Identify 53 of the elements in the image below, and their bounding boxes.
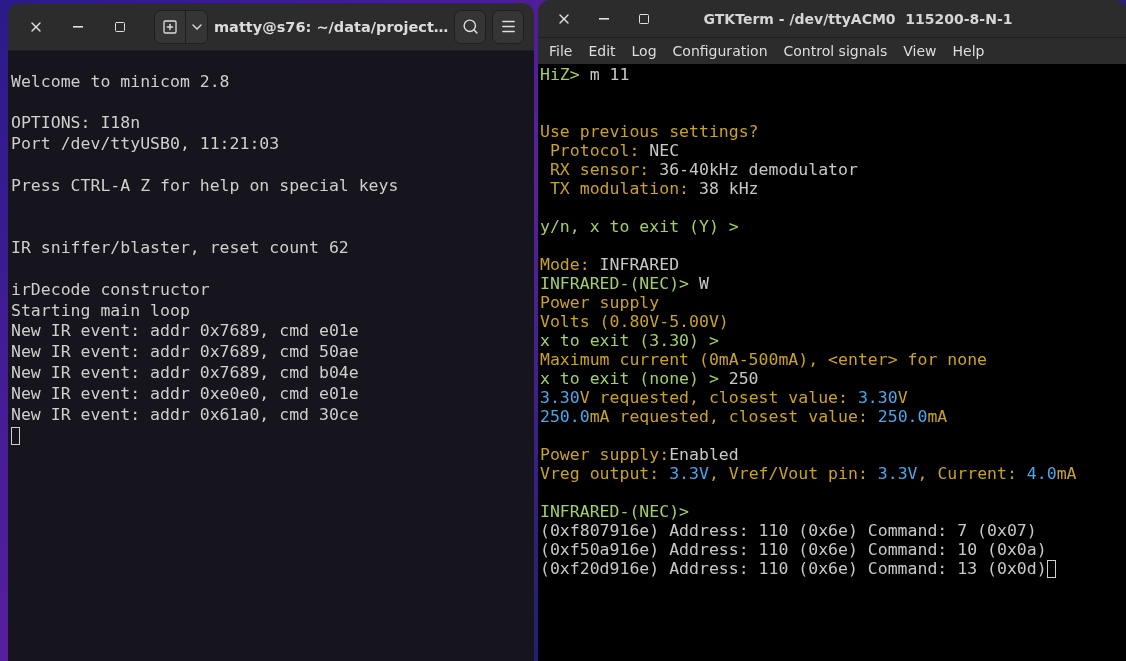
terminal-line: (0xf807916e) Address: 110 (0x6e) Command: 7 (0x07)	[540, 521, 1037, 540]
terminal-line: irDecode constructor	[11, 279, 210, 301]
maximize-icon	[638, 12, 650, 25]
terminal-line: 250.0mA requested, closest value: 250.0mA	[540, 407, 948, 426]
minimize-icon	[73, 25, 84, 28]
terminal-line: x to exit (none) > 250	[540, 369, 759, 388]
terminal-line: RX sensor: 36-40kHz demodulator	[548, 160, 858, 179]
dropdown-button[interactable]	[185, 10, 207, 43]
terminal-line: IR sniffer/blaster, reset count 62	[11, 238, 349, 259]
window-title: matty@s76: ~/data/project…	[214, 18, 449, 35]
new-tab-button[interactable]	[155, 10, 185, 43]
terminal-line: New IR event: addr 0xe0e0, cmd e01e	[11, 383, 359, 405]
terminal-line: Starting main loop	[11, 300, 190, 322]
terminal-line: Use previous settings?	[540, 122, 759, 141]
terminal-line: Mode: INFRARED	[540, 255, 680, 274]
terminal-line: (0xf50a916e) Address: 110 (0x6e) Command: 10 (0x0a)	[540, 540, 1047, 559]
terminal-line: Vreg output: 3.3V, Vref/Vout pin: 3.3V, Current: 4.0mA	[540, 464, 1077, 483]
terminal-line: New IR event: addr 0x7689, cmd e01e	[11, 321, 359, 343]
terminal-line: Protocol: NEC	[548, 141, 680, 160]
maximize-icon	[114, 20, 127, 33]
menu-item[interactable]: Edit	[580, 41, 624, 61]
menu-item[interactable]: Log	[623, 41, 665, 61]
terminal-line: New IR event: addr 0x7689, cmd 50ae	[11, 342, 359, 363]
menu-item[interactable]: View	[895, 41, 945, 61]
menu-item[interactable]: Configuration	[664, 41, 776, 61]
terminal-line: INFRARED-(NEC)>	[540, 502, 689, 521]
minimize-icon	[599, 17, 609, 20]
terminal-line: INFRARED-(NEC)> W	[540, 274, 709, 293]
menu-item[interactable]: Help	[944, 41, 993, 61]
search-icon	[461, 18, 479, 35]
terminal-line: Volts (0.80V-5.00V)	[540, 312, 729, 331]
terminal-line: New IR event: addr 0x7689, cmd b04e	[11, 362, 359, 384]
menu-item[interactable]: Control signals	[775, 41, 896, 61]
menu-icon	[499, 18, 517, 35]
terminal-line: Port /dev/ttyUSB0, 11:21:03	[11, 134, 280, 155]
terminal-line: Welcome to minicom 2.8	[11, 71, 230, 93]
terminal-line: Maximum current (0mA-500mA), <enter> for none	[540, 350, 988, 369]
terminal-line: HiZ> m 11	[540, 65, 630, 84]
terminal-line: (0xf20d916e) Address: 110 (0x6e) Command: 13 (0x0d)	[540, 559, 1047, 578]
terminal-line: OPTIONS: I18n	[11, 113, 141, 135]
terminal-line: 3.30V requested, closest value: 3.30V	[540, 388, 908, 407]
search-button[interactable]	[454, 9, 487, 44]
menu-button[interactable]	[492, 9, 524, 44]
menu-item[interactable]: File	[541, 41, 581, 61]
terminal-line: Power supply	[540, 293, 660, 312]
terminal-line: Power supply:Enabled	[540, 445, 739, 464]
terminal-line: Press CTRL-A Z for help on special keys	[11, 175, 399, 197]
window-title: GTKTerm - /dev/ttyACM0 115200-8-N-1	[702, 10, 1014, 27]
terminal-line: x to exit (3.30) >	[540, 331, 719, 350]
plus-square-icon	[162, 18, 179, 35]
terminal-line: TX modulation: 38 kHz	[548, 179, 759, 198]
terminal-line: y/n, x to exit (Y) >	[540, 217, 739, 236]
terminal-line: New IR event: addr 0x61a0, cmd 30ce	[11, 404, 359, 426]
